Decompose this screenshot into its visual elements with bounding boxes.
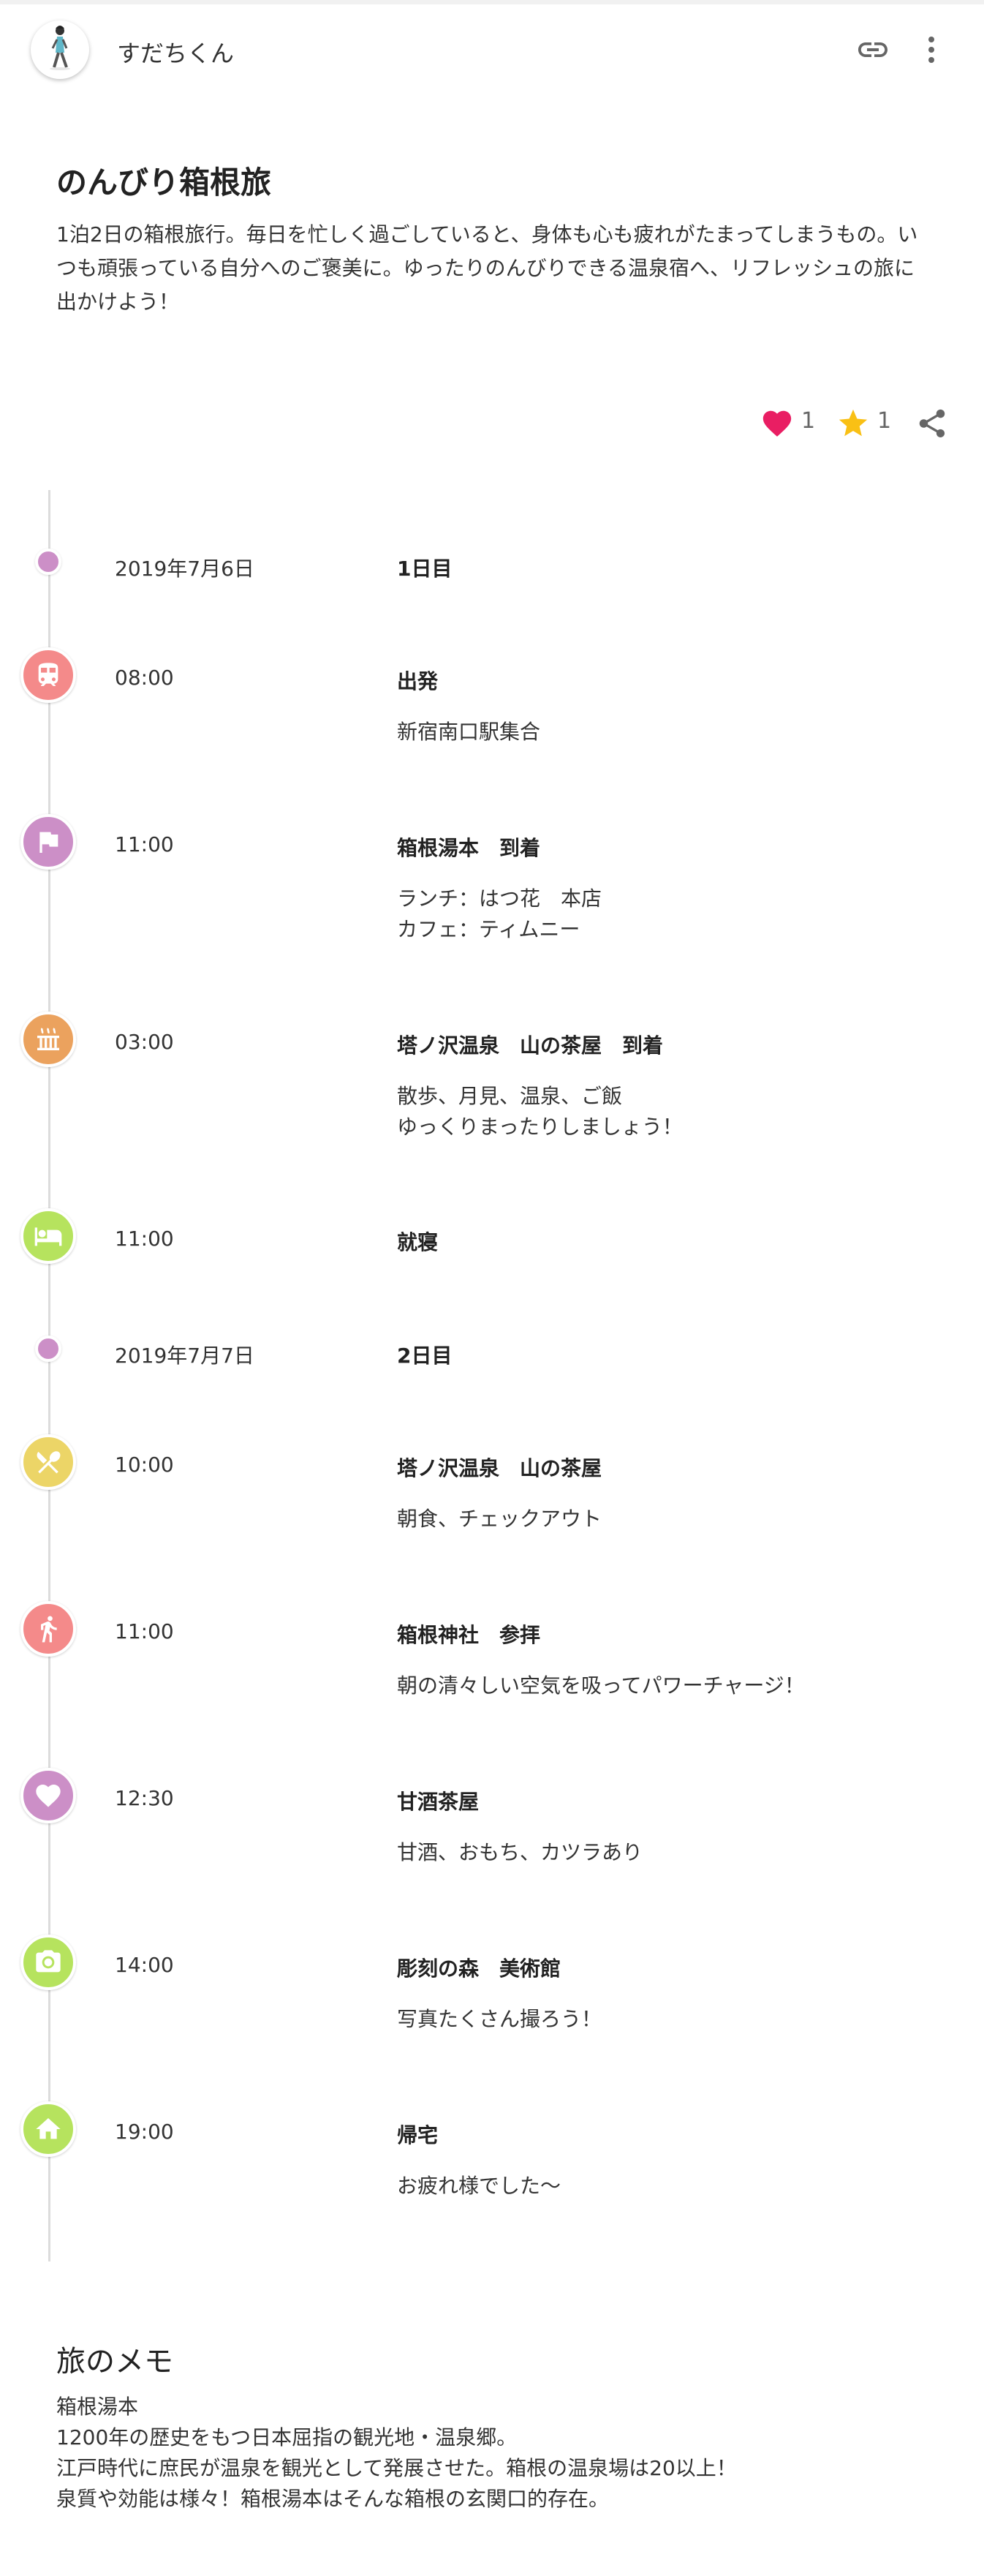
memo-line: 1200年の歴史をもつ日本屈指の観光地・温泉郷。 — [56, 2425, 518, 2449]
day-dot — [35, 549, 61, 575]
event-title: 塔ノ沢温泉 山の茶屋 到着 — [397, 1033, 664, 1058]
memo-line: 箱根湯本 — [56, 2395, 139, 2419]
like-count: 1 — [801, 408, 816, 434]
event-time: 11:00 — [115, 1227, 174, 1251]
event-body: 散歩、月見、温泉、ご飯 ゆっくりまったりしましょう！ — [397, 1084, 683, 1139]
timeline-line — [48, 490, 50, 2261]
like-button[interactable]: 1 — [760, 401, 833, 445]
event-title: 甘酒茶屋 — [397, 1790, 480, 1814]
star-icon — [839, 409, 868, 437]
memo-title: 旅のメモ — [56, 2345, 173, 2379]
memo-line: 江戸時代に庶民が温泉を観光として発展させた。箱根の温泉場は20以上！ — [56, 2456, 737, 2480]
event-time: 08:00 — [115, 666, 174, 690]
event-body: 朝食、チェックアウト — [397, 1507, 602, 1531]
plan-title: のんびり箱根旅 — [56, 165, 272, 200]
day-dot — [35, 1336, 61, 1362]
home-icon — [20, 2101, 76, 2157]
more-vert-icon[interactable] — [914, 32, 949, 67]
event-time: 03:00 — [115, 1030, 174, 1054]
person-walking-avatar-icon — [50, 26, 70, 70]
walking-icon — [20, 1601, 76, 1657]
event-time: 19:00 — [115, 2120, 174, 2144]
heart-icon — [20, 1768, 76, 1823]
event-body: お疲れ様でした〜 — [397, 2174, 561, 2198]
share-button[interactable] — [915, 401, 952, 445]
event-body: 写真たくさん撮ろう！ — [397, 2007, 602, 2031]
event-time: 14:00 — [115, 1953, 174, 1977]
event-body: ランチ：はつ花 本店 カフェ：ティムニー — [397, 886, 602, 941]
share-icon — [919, 409, 945, 438]
event-time: 11:00 — [115, 832, 174, 856]
event-title: 就寝 — [397, 1230, 439, 1254]
bed-icon — [20, 1208, 76, 1264]
event-body: 新宿南口駅集合 — [397, 720, 541, 744]
memo-line: 泉質や効能は様々！箱根湯本はそんな箱根の玄関口的存在。 — [56, 2487, 610, 2511]
username: すだちくん — [117, 39, 235, 67]
event-title: 彫刻の森 美術館 — [397, 1957, 561, 1981]
day-date: 2019年7月7日 — [115, 1344, 254, 1368]
event-time: 12:30 — [115, 1786, 174, 1810]
event-title: 箱根神社 参拝 — [397, 1623, 541, 1647]
favorite-button[interactable]: 1 — [836, 401, 909, 445]
event-title: 出発 — [397, 669, 439, 693]
heart-icon — [762, 410, 792, 437]
link-icon[interactable] — [855, 32, 890, 67]
day-date: 2019年7月6日 — [115, 557, 254, 581]
action-bar: 1 1 — [756, 401, 975, 445]
flag-icon — [20, 814, 76, 870]
plan-description: 1泊2日の箱根旅行。毎日を忙しく過ごしていると、身体も心も疲れがたまってしまうも… — [56, 222, 918, 314]
train-icon — [20, 647, 76, 703]
event-time: 10:00 — [115, 1453, 174, 1477]
favorite-count: 1 — [877, 408, 892, 434]
event-body: 朝の清々しい空気を吸ってパワーチャージ！ — [397, 1673, 805, 1698]
event-title: 帰宅 — [397, 2123, 439, 2147]
day-label: 1日目 — [397, 557, 453, 581]
app-header: すだちくん — [0, 4, 984, 99]
day-label: 2日目 — [397, 1344, 453, 1368]
hot-spring-icon — [20, 1012, 76, 1067]
event-title: 箱根湯本 到着 — [397, 836, 541, 860]
event-time: 11:00 — [115, 1619, 174, 1643]
restaurant-icon — [20, 1434, 76, 1490]
event-body: 甘酒、おもち、カツラあり — [397, 1840, 643, 1864]
memo-body: 箱根湯本 1200年の歴史をもつ日本屈指の観光地・温泉郷。 江戸時代に庶民が温泉… — [56, 2392, 934, 2515]
camera-icon — [20, 1935, 76, 1990]
event-title: 塔ノ沢温泉 山の茶屋 — [397, 1456, 602, 1480]
avatar[interactable] — [31, 20, 89, 79]
